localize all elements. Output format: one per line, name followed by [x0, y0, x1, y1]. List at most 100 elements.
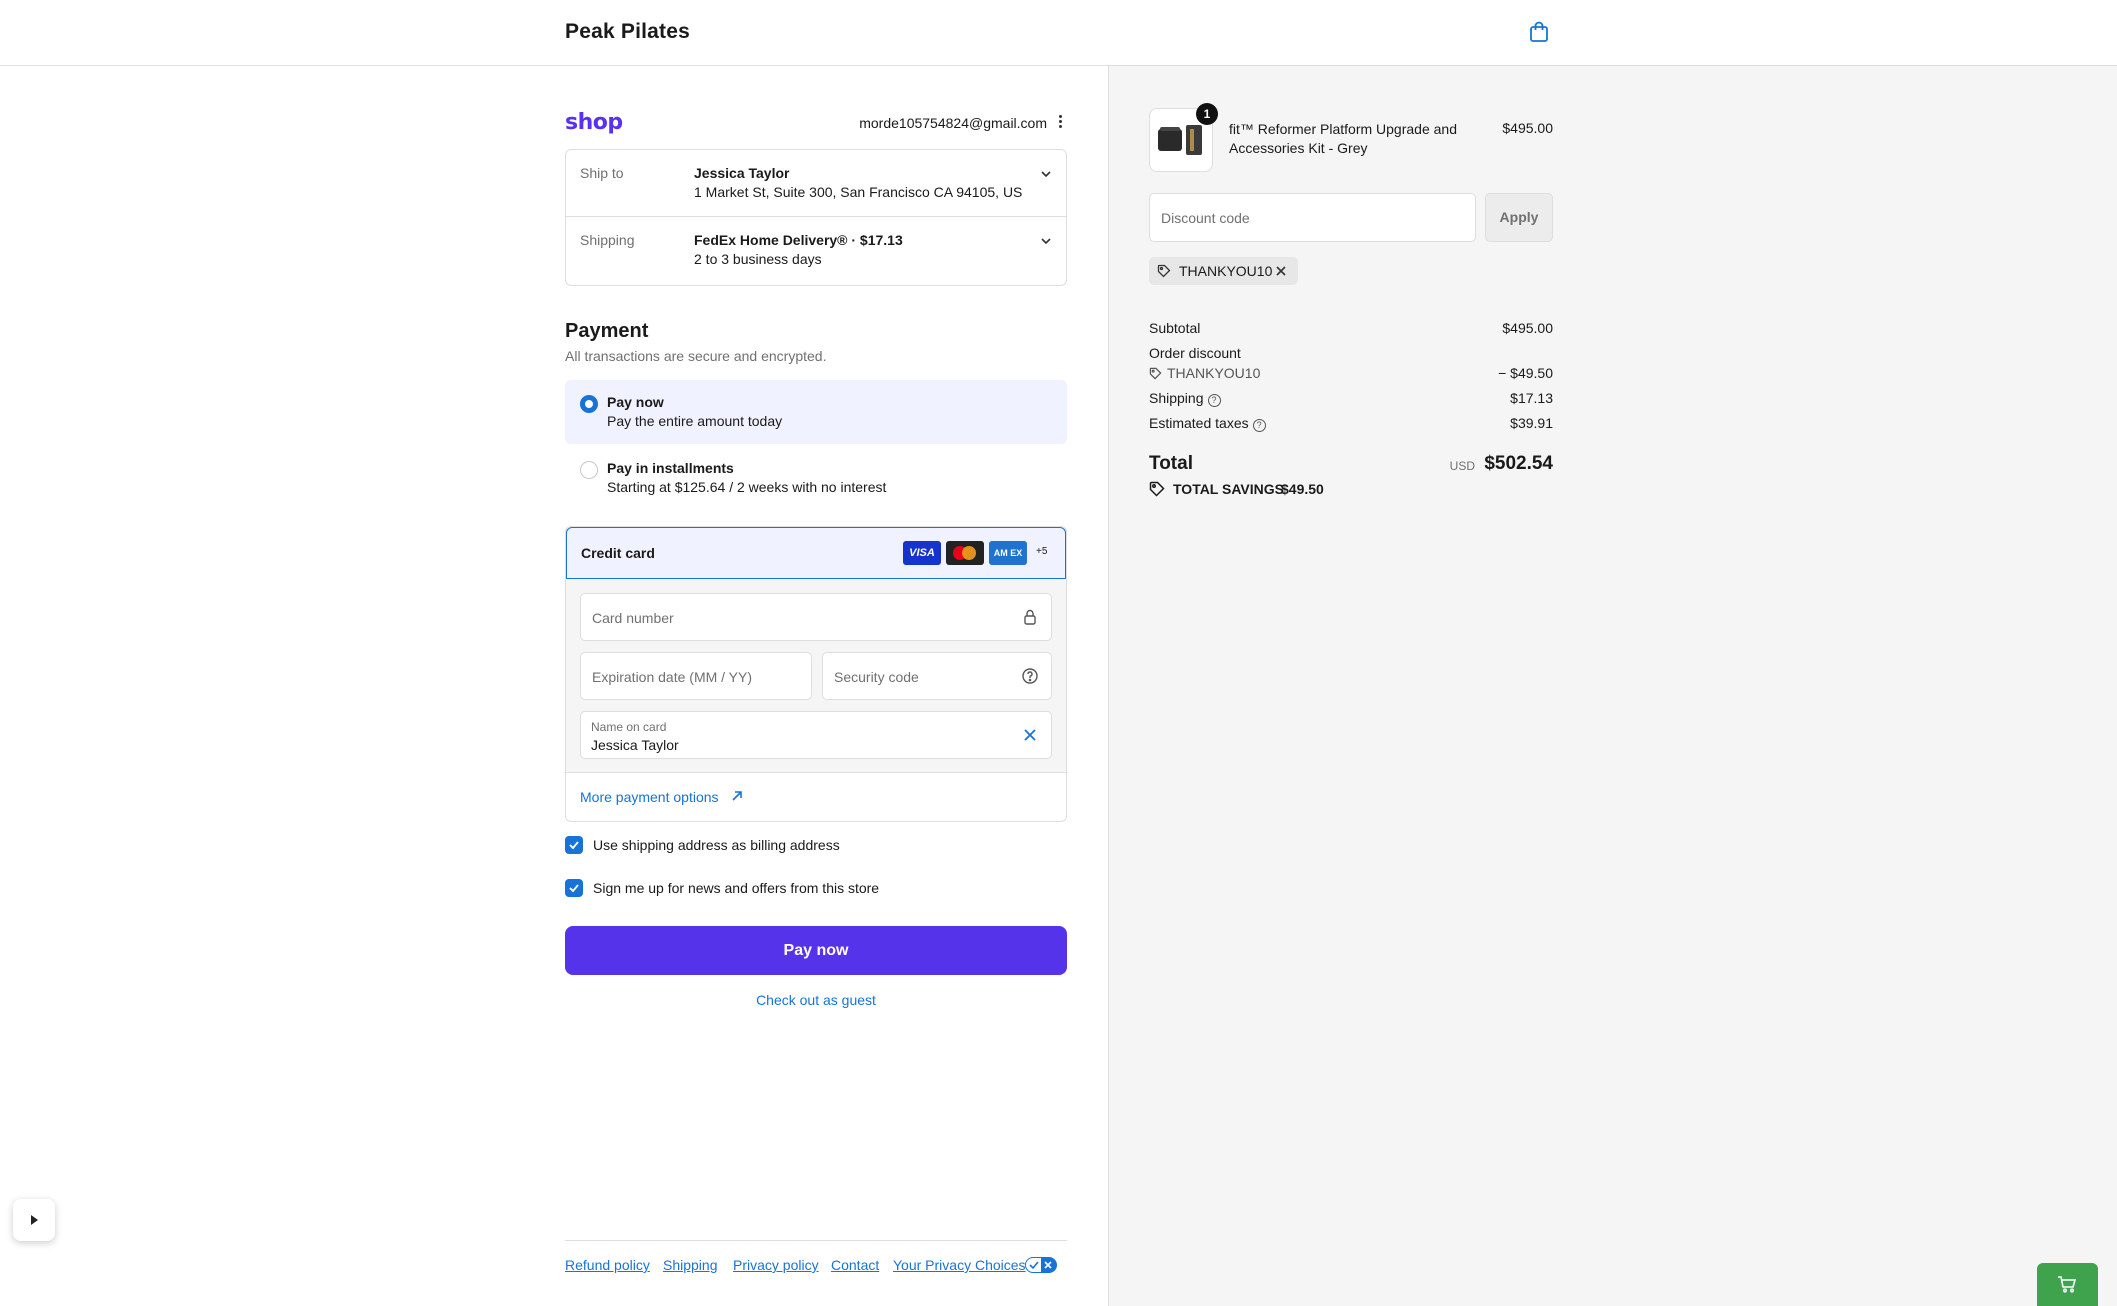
name-on-card-input[interactable]: Name on card Jessica Taylor: [580, 711, 1052, 759]
more-payment-options: More payment options: [566, 772, 1066, 821]
contact-link[interactable]: Contact: [831, 1257, 879, 1273]
shipping-summary-label: Shipping: [1149, 390, 1204, 406]
help-circle-icon[interactable]: [1021, 667, 1039, 685]
lock-icon: [1024, 609, 1036, 625]
ship-to-row[interactable]: Ship to Jessica Taylor 1 Market St, Suit…: [566, 150, 1066, 217]
pay-now-option[interactable]: Pay now Pay the entire amount today: [565, 380, 1067, 444]
checkout-summary-box: Ship to Jessica Taylor 1 Market St, Suit…: [565, 149, 1067, 286]
header: Peak Pilates: [0, 0, 2117, 66]
privacy-policy-link[interactable]: Privacy policy: [733, 1257, 819, 1273]
quantity-badge: 1: [1196, 103, 1218, 125]
visa-icon: VISA: [903, 541, 941, 565]
total-currency: USD: [1449, 459, 1475, 473]
shipping-row: Shipping? $17.13: [1149, 390, 1553, 410]
account-email: morde105754824@gmail.com: [859, 115, 1047, 131]
play-button[interactable]: [13, 1199, 55, 1241]
tag-icon: [1149, 481, 1165, 497]
card-number-input[interactable]: Card number: [580, 593, 1052, 641]
privacy-choices-link[interactable]: Your Privacy Choices: [893, 1257, 1026, 1273]
play-icon: [31, 1215, 38, 1225]
help-circle-icon[interactable]: ?: [1207, 394, 1221, 407]
checkbox-checked[interactable]: [565, 879, 583, 897]
name-on-card-label: Name on card: [591, 720, 667, 734]
subtotal-label: Subtotal: [1149, 320, 1201, 336]
remove-discount-icon[interactable]: [1275, 265, 1287, 277]
shipping-eta: 2 to 3 business days: [694, 251, 822, 267]
product-title: fit™ Reformer Platform Upgrade and Acces…: [1229, 121, 1457, 156]
pay-now-button[interactable]: Pay now: [565, 926, 1067, 975]
credit-card-label: Credit card: [581, 545, 655, 561]
expiration-placeholder: Expiration date (MM / YY): [592, 669, 753, 685]
shop-account-row: shop morde105754824@gmail.com: [565, 110, 1067, 138]
taxes-value: $39.91: [1510, 415, 1553, 431]
chevron-down-icon[interactable]: [1040, 235, 1052, 247]
cart-widget-button[interactable]: [2037, 1263, 2098, 1306]
name-on-card-value: Jessica Taylor: [591, 737, 679, 753]
payment-title: Payment: [565, 320, 649, 342]
installments-radio[interactable]: [580, 461, 598, 479]
shopping-bag-icon[interactable]: [1527, 20, 1551, 44]
pay-now-label: Pay now: [607, 394, 664, 410]
order-discount-value: − $49.50: [1498, 365, 1553, 381]
shop-logo: shop: [565, 110, 623, 135]
newsletter-label: Sign me up for news and offers from this…: [593, 880, 880, 896]
tag-icon: [1157, 264, 1171, 278]
installments-label: Pay in installments: [607, 460, 734, 476]
credit-card-header[interactable]: Credit card VISA AM EX +5: [566, 527, 1066, 579]
apply-discount-button[interactable]: Apply: [1485, 193, 1553, 242]
chevron-down-icon[interactable]: [1040, 168, 1052, 180]
refund-policy-link[interactable]: Refund policy: [565, 1257, 650, 1273]
clear-x-icon[interactable]: [1021, 726, 1039, 744]
newsletter-checkbox[interactable]: Sign me up for news and offers from this…: [565, 877, 1067, 899]
kebab-menu-icon[interactable]: [1057, 115, 1063, 133]
order-discount-row: Order discount: [1149, 345, 1553, 365]
pay-in-installments-option[interactable]: Pay in installments Starting at $125.64 …: [565, 446, 1067, 510]
subtotal-value: $495.00: [1502, 320, 1553, 336]
external-arrow-icon[interactable]: [730, 789, 744, 803]
pay-now-description: Pay the entire amount today: [607, 413, 783, 429]
subtotal-row: Subtotal $495.00: [1149, 320, 1553, 340]
more-brands-count: +5: [1036, 546, 1048, 557]
total-value: $502.54: [1484, 453, 1553, 474]
product-price: $495.00: [1502, 120, 1553, 136]
checkbox-checked[interactable]: [565, 836, 583, 854]
store-name[interactable]: Peak Pilates: [565, 20, 690, 44]
card-number-placeholder: Card number: [592, 610, 674, 626]
payment-subtitle: All transactions are secure and encrypte…: [565, 348, 827, 364]
product-line-item: 1 fit™ Reformer Platform Upgrade and Acc…: [1149, 103, 1553, 174]
expiration-date-input[interactable]: Expiration date (MM / YY): [580, 652, 812, 700]
shipping-summary-value: $17.13: [1510, 390, 1553, 406]
check-icon: [569, 884, 579, 893]
help-circle-icon[interactable]: ?: [1252, 419, 1266, 432]
privacy-choices-icon[interactable]: [1025, 1257, 1057, 1273]
order-discount-code: THANKYOU10: [1167, 365, 1261, 381]
shipping-label: Shipping: [580, 232, 635, 248]
order-discount-code-row: THANKYOU10 − $49.50: [1149, 365, 1553, 385]
total-row: Total USD $502.54: [1149, 453, 1553, 479]
total-label: Total: [1149, 453, 1193, 474]
billing-address-checkbox[interactable]: Use shipping address as billing address: [565, 834, 1067, 856]
pay-now-radio[interactable]: [580, 395, 598, 413]
total-savings-value: $49.50: [1281, 481, 1324, 497]
check-icon: [569, 841, 579, 850]
more-payment-options-link[interactable]: More payment options: [580, 789, 719, 805]
footer-links: Refund policy Shipping Privacy policy Co…: [565, 1240, 1067, 1273]
shipping-method-row[interactable]: Shipping FedEx Home Delivery® · $17.13 2…: [566, 217, 1066, 285]
ship-to-address: 1 Market St, Suite 300, San Francisco CA…: [694, 184, 1023, 200]
shipping-policy-link[interactable]: Shipping: [663, 1257, 718, 1273]
tag-icon: [1149, 367, 1162, 380]
amex-icon: AM EX: [989, 541, 1027, 565]
shipping-method: FedEx Home Delivery® · $17.13: [694, 232, 903, 248]
ship-to-label: Ship to: [580, 165, 624, 181]
applied-discount-code: THANKYOU10: [1179, 263, 1273, 279]
credit-card-section: Credit card VISA AM EX +5 Card number Ex…: [565, 526, 1067, 822]
discount-code-input[interactable]: Discount code: [1149, 193, 1476, 242]
billing-address-label: Use shipping address as billing address: [593, 837, 840, 853]
order-summary-panel: [1108, 66, 2117, 1306]
mastercard-icon: [946, 541, 984, 565]
taxes-label: Estimated taxes: [1149, 415, 1249, 431]
security-code-input[interactable]: Security code: [822, 652, 1052, 700]
check-out-as-guest-link[interactable]: Check out as guest: [565, 992, 1067, 1008]
total-savings-label: TOTAL SAVINGS: [1173, 481, 1284, 497]
estimated-taxes-row: Estimated taxes? $39.91: [1149, 415, 1553, 435]
